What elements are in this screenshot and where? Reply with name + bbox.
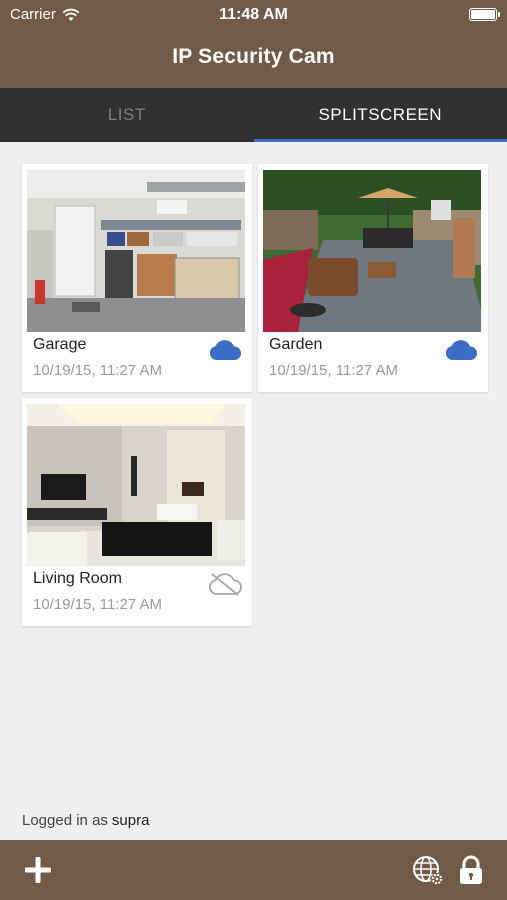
bottom-toolbar [0,840,507,900]
camera-thumbnail[interactable] [27,404,245,566]
lock-icon [460,855,482,884]
camera-thumbnail[interactable] [263,170,481,332]
camera-timestamp: 10/19/15, 11:27 AM [33,596,162,613]
camera-thumbnail[interactable] [27,170,245,332]
living-room-image [27,404,245,566]
lock-button[interactable] [455,854,487,886]
plus-icon [25,857,51,883]
tab-splitscreen[interactable]: SPLITSCREEN [253,88,507,142]
camera-card-garage[interactable]: Garage 10/19/15, 11:27 AM [22,164,252,392]
cloud-off-icon [208,572,242,596]
camera-timestamp: 10/19/15, 11:27 AM [269,362,398,379]
garden-image [263,170,481,332]
clock: 11:48 AM [219,6,288,23]
status-bar: Carrier 11:48 AM [0,0,507,30]
tab-list[interactable]: LIST [0,88,254,142]
tab-bar: LIST SPLITSCREEN [0,88,507,142]
globe-settings-icon [413,856,443,885]
page-title: IP Security Cam [172,45,335,68]
camera-name: Garden [269,336,323,353]
cloud-icon [444,338,478,362]
battery-icon [469,8,500,21]
username: supra [111,812,150,829]
add-camera-button[interactable] [22,854,54,886]
camera-timestamp: 10/19/15, 11:27 AM [33,362,162,379]
cloud-icon [208,338,242,362]
camera-name: Garage [33,336,87,353]
logged-in-label: Logged in as [22,812,108,829]
network-settings-button[interactable] [412,854,444,886]
camera-card-garden[interactable]: Garden 10/19/15, 11:27 AM [258,164,488,392]
logged-in-status: Logged in as supra [22,812,149,829]
camera-card-living-room[interactable]: Living Room 10/19/15, 11:27 AM [22,398,252,626]
header: Carrier 11:48 AM IP Security Cam [0,0,507,88]
camera-name: Living Room [33,570,122,587]
garage-image [27,170,245,332]
